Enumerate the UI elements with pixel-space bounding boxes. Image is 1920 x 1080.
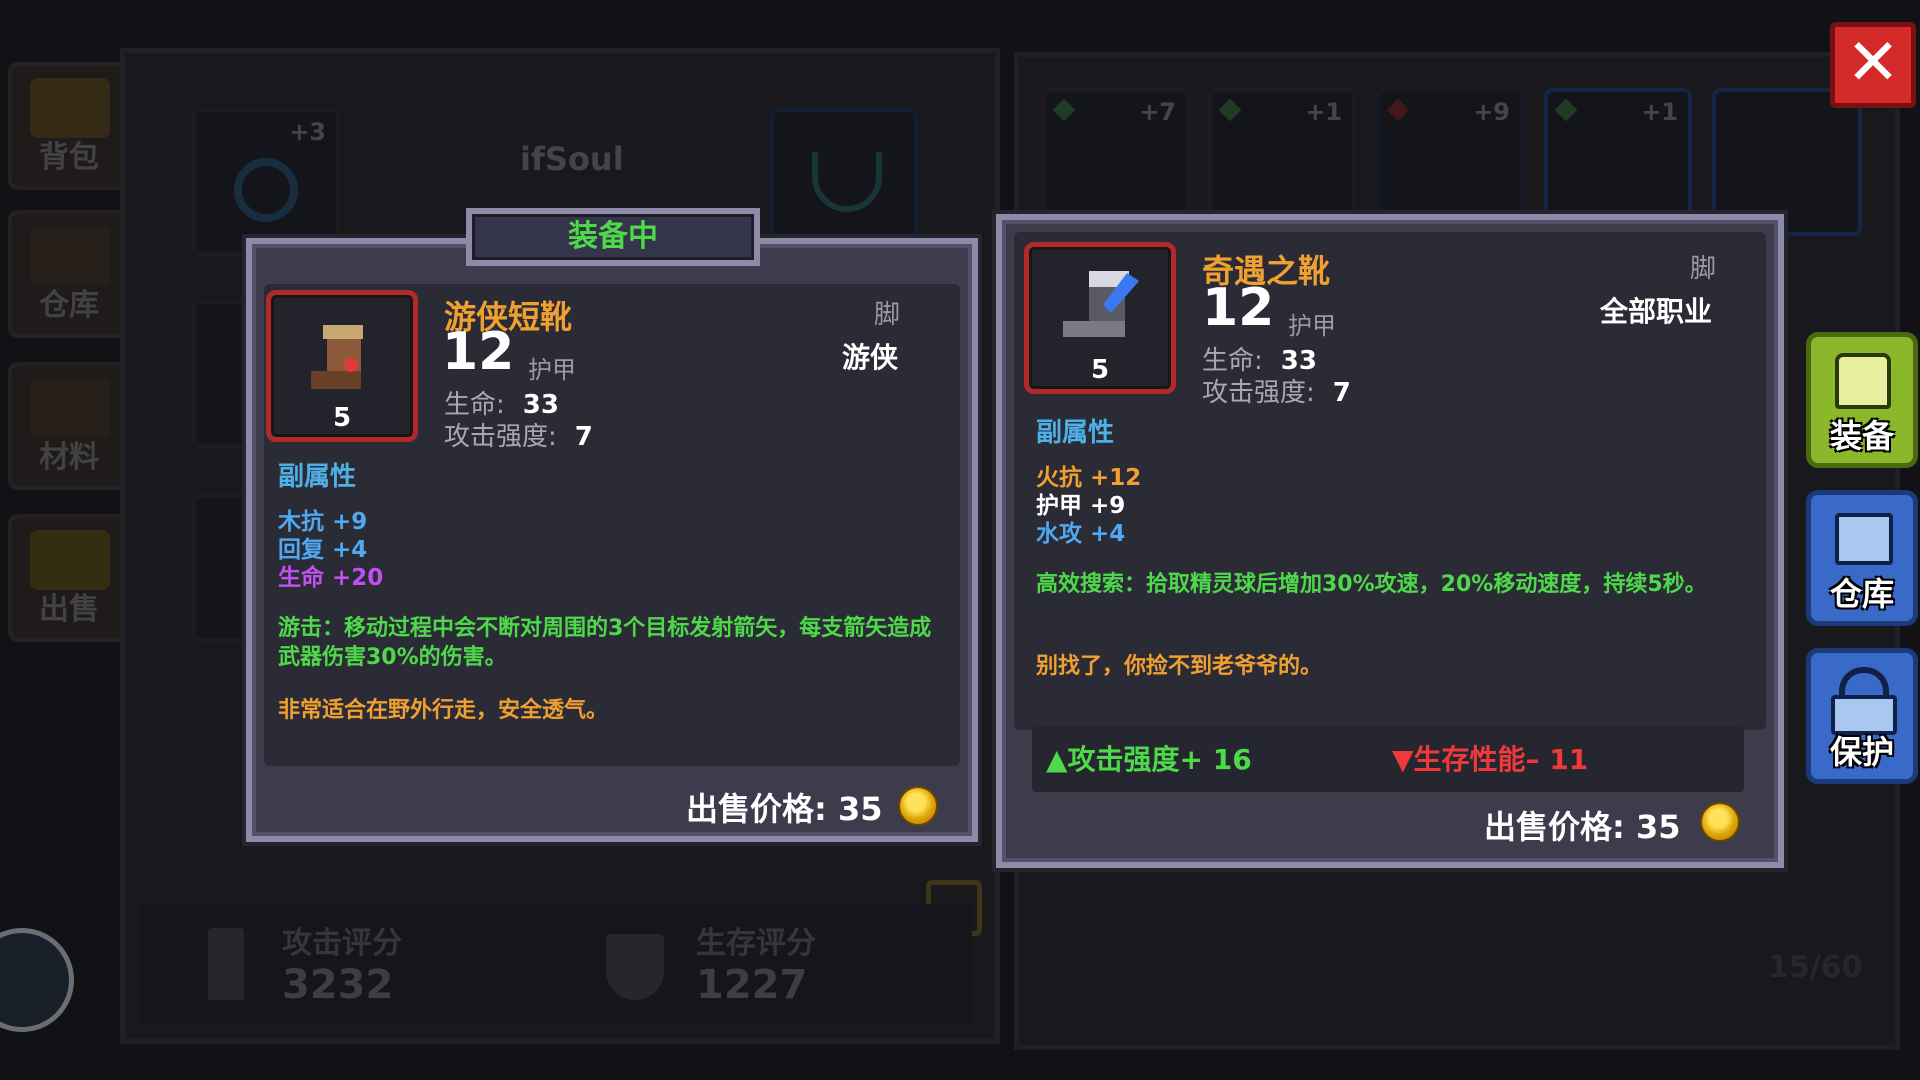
gold-coin-icon [1700,802,1740,842]
gold-coin-icon [898,786,938,826]
storage-icon [1835,513,1893,565]
new-item-icon-box: 5 [1024,242,1176,394]
new-sub-title: 副属性 [1036,418,1115,448]
slot-bonus: +3 [289,118,326,146]
sword-icon [208,928,244,1000]
compare-up: ▲攻击强度+ 16 [1046,738,1252,778]
gear-slot-head[interactable]: +3 [192,108,340,256]
equipped-atk-stat: 攻击强度: 7 [444,416,593,453]
materials-icon [30,378,110,438]
player-name: ifSoul [520,140,624,178]
gem-icon [1554,98,1578,122]
gem-icon [1218,98,1242,122]
arrow-up-icon: ▲ [1046,743,1068,776]
gear-slot-weapon[interactable] [192,494,252,642]
equip-button[interactable]: 装备 [1806,332,1918,468]
close-button[interactable]: ✕ [1830,22,1916,108]
gem-icon [1386,98,1410,122]
equip-button-label: 装备 [1829,417,1894,455]
storage-button[interactable]: 仓库 [1806,490,1918,626]
new-atk-stat: 攻击强度: 7 [1202,372,1351,409]
sidebar-tab-materials[interactable]: 材料 [8,362,130,490]
gem-icon [1052,98,1076,122]
gear-slot-body[interactable] [192,300,252,448]
attack-score-label: 攻击评分 [282,926,402,961]
stat-value: 7 [574,422,593,452]
new-sub-attr: 水攻 +4 [1036,521,1126,547]
stat-label: 攻击强度: [1202,378,1315,408]
compare-down-text: 生存性能– 11 [1413,743,1589,776]
chest-icon [30,78,110,138]
slot-bonus: +9 [1473,98,1510,126]
shield-icon [606,934,664,1000]
attack-score: 攻击评分 3232 [282,918,402,1008]
compare-up-text: 攻击强度+ 16 [1067,743,1252,776]
equipped-tag: 装备中 [466,208,760,266]
equipped-item-slot: 脚 [874,300,901,330]
new-effect-text: 高效搜索：拾取精灵球后增加30%攻速，20%移动速度，持续5秒。 [1036,572,1707,597]
survival-score-label: 生存评分 [696,926,816,961]
ranger-boots-icon [311,325,363,389]
item-level: 5 [332,403,352,433]
arrow-down-icon: ▼ [1392,743,1414,776]
equipped-item-class: 游侠 [842,341,899,374]
item-level: 5 [1090,355,1110,385]
equipped-sub-attr: 生命 +20 [278,565,384,591]
inventory-count: 15/60 [1768,950,1863,985]
equipped-armor-label: 护甲 [528,356,576,384]
compare-bar: ▲攻击强度+ 16 ▼生存性能– 11 [1032,726,1744,792]
padlock-icon [1839,667,1889,697]
storage-button-label: 仓库 [1829,575,1894,613]
slot-bonus: +1 [1305,98,1342,126]
sidebar-tab-label: 材料 [39,440,99,475]
armor-icon [1835,353,1891,409]
adventure-boots-icon [1063,271,1139,337]
new-armor-label: 护甲 [1288,312,1336,340]
attack-score-value: 3232 [282,962,394,1008]
assistant-float-icon[interactable] [0,928,74,1032]
helmet-icon [234,158,298,222]
stat-value: 7 [1332,378,1351,408]
storage-icon [30,226,110,286]
necklace-icon [812,152,882,212]
stat-label: 攻击强度: [444,422,557,452]
equipped-sell-price: 出售价格: 35 [686,790,883,828]
equipped-flavor-text: 非常适合在野外行走，安全透气。 [278,698,609,723]
sidebar-tab-label: 出售 [39,592,99,627]
sidebar-tab-backpack[interactable]: 背包 [8,62,130,190]
sidebar-tab-storage[interactable]: 仓库 [8,210,130,338]
equipped-sub-title: 副属性 [278,462,357,492]
compare-down: ▼生存性能– 11 [1392,738,1588,778]
protect-button[interactable]: 保护 [1806,648,1918,784]
sidebar-tab-label: 仓库 [39,288,99,323]
sell-icon [30,530,110,590]
sidebar-tab-label: 背包 [39,140,99,175]
survival-score-value: 1227 [696,962,808,1008]
new-item-class: 全部职业 [1600,295,1713,328]
new-armor-value: 12 [1202,278,1275,338]
score-bar [142,904,972,1024]
new-flavor-text: 别找了，你捡不到老爷爷的。 [1036,654,1323,679]
sidebar-tab-sell[interactable]: 出售 [8,514,130,642]
slot-bonus: +7 [1139,98,1176,126]
survival-score: 生存评分 1227 [696,918,816,1008]
equipped-effect-text: 游击：移动过程中会不断对周围的3个目标发射箭矢，每支箭矢造成武器伤害30%的伤害… [278,616,932,670]
slot-bonus: +1 [1641,98,1678,126]
new-item-slot: 脚 [1690,254,1717,284]
protect-button-label: 保护 [1829,733,1894,771]
equipped-item-icon-box: 5 [266,290,418,442]
new-sell-price: 出售价格: 35 [1484,808,1681,846]
equipped-armor-value: 12 [442,322,515,382]
gear-slot-necklace[interactable] [770,108,918,256]
